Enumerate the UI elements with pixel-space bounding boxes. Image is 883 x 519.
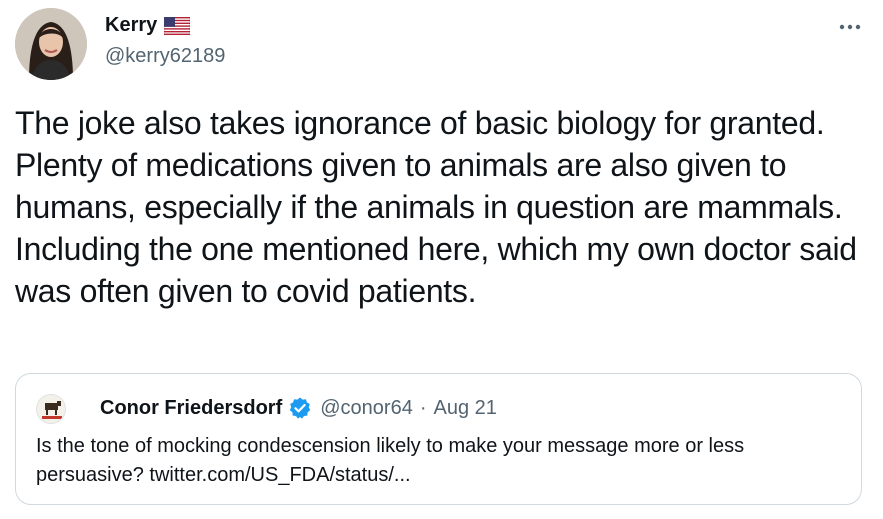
quoted-author-avatar[interactable] bbox=[36, 394, 66, 424]
avatar-photo bbox=[15, 8, 87, 80]
quoted-display-name[interactable]: Conor Friedersdorf bbox=[100, 397, 282, 420]
more-horizontal-icon bbox=[839, 24, 861, 30]
more-options-button[interactable] bbox=[837, 14, 863, 40]
us-flag-icon bbox=[163, 16, 191, 35]
author-display-name[interactable]: Kerry bbox=[105, 14, 157, 37]
quoted-header: Conor Friedersdorf @conor64 · Aug 21 bbox=[100, 396, 497, 420]
author-name-row[interactable]: Kerry bbox=[105, 14, 191, 37]
author-avatar[interactable] bbox=[15, 8, 87, 80]
avatar-logo bbox=[37, 395, 65, 423]
tweet-text: The joke also takes ignorance of basic b… bbox=[15, 105, 857, 309]
author-handle[interactable]: @kerry62189 bbox=[105, 45, 225, 68]
quoted-tweet-text: Is the tone of mocking condescension lik… bbox=[36, 435, 745, 486]
quoted-date[interactable]: Aug 21 bbox=[434, 397, 497, 420]
quoted-handle[interactable]: @conor64 bbox=[320, 397, 413, 420]
verified-badge-icon bbox=[288, 396, 312, 420]
separator-dot: · bbox=[419, 396, 427, 419]
quoted-tweet-card[interactable]: Conor Friedersdorf @conor64 · Aug 21 Is … bbox=[15, 373, 862, 505]
